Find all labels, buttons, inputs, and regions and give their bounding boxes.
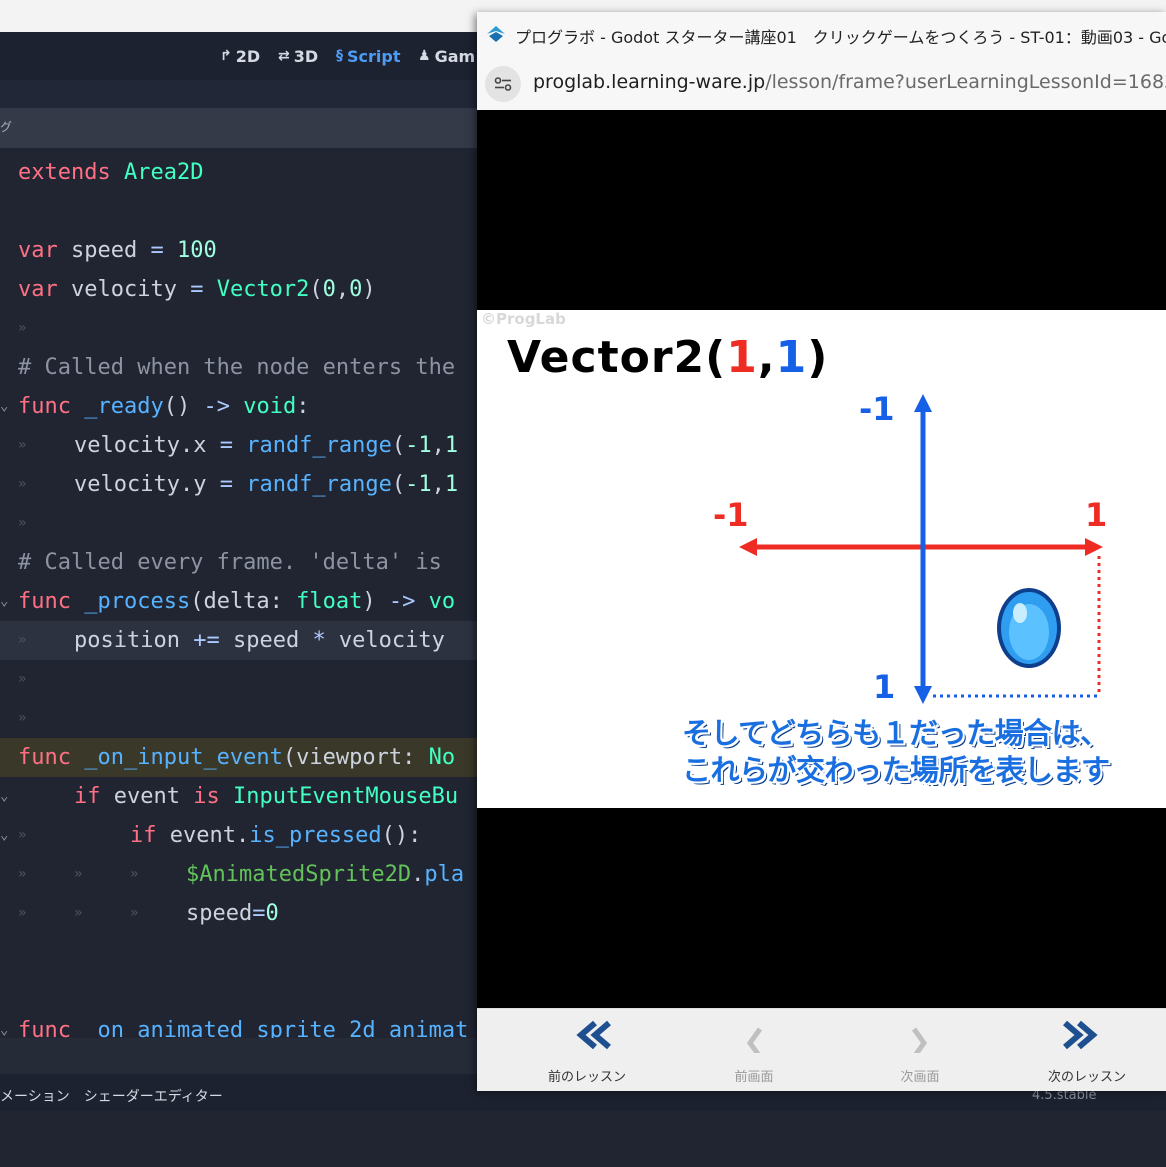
y-axis-bottom-arrow — [914, 686, 932, 704]
workspace-script-label: Script — [347, 46, 401, 66]
previous-screen-label: 前画面 — [734, 1070, 774, 1085]
subtitle-line-1: そしてどちらも１だった場合は、 — [682, 716, 1109, 750]
browser-title: プログラボ - Godot スターター講座01 クリックゲームをつくろう - S… — [515, 28, 1166, 47]
workspace-3d-label: 3D — [293, 46, 319, 66]
game-icon: ♟ — [418, 48, 431, 64]
lesson-video[interactable]: ©ProgLab Vector2(1,1) -1 -1 1 1 そしてどちらも１… — [477, 110, 1166, 1008]
url-host: proglab.learning-ware.jp — [533, 71, 766, 93]
proglab-logo-icon — [487, 26, 505, 42]
url-path: /lesson/frame?userLearningLessonId=16836 — [765, 71, 1166, 93]
bottom-panel-tab-labels[interactable]: メーション シェーダーエディター — [0, 1086, 223, 1106]
next-lesson-button[interactable]: 次のレッスン — [1017, 1009, 1157, 1091]
fold-arrow-icon[interactable]: ⌄ — [0, 582, 8, 621]
y-axis-bottom-label: 1 — [873, 668, 896, 706]
workspace-game-button[interactable]: ♟ Gam — [418, 45, 475, 67]
x-axis-left-label: -1 — [713, 496, 749, 534]
video-frame-slide: ©ProgLab Vector2(1,1) -1 -1 1 1 そしてどちらも１… — [477, 310, 1166, 808]
subtitle-line-2: これらが交わった場所を表します — [682, 753, 1110, 787]
chevron-left-icon — [746, 1027, 763, 1053]
previous-screen-button[interactable]: 前画面 — [684, 1009, 824, 1091]
y-axis-top-label: -1 — [859, 390, 895, 428]
x-axis-right-arrow — [1085, 538, 1103, 556]
workspace-3d-button[interactable]: ⇄ 3D — [278, 45, 318, 67]
next-lesson-label: 次のレッスン — [1047, 1070, 1126, 1085]
script-tab-label[interactable]: グ — [0, 118, 12, 135]
fold-arrow-icon[interactable]: ⌄ — [0, 816, 8, 855]
x-axis-left-arrow — [739, 538, 757, 556]
next-screen-button[interactable]: 次画面 — [850, 1009, 990, 1091]
workspace-game-label: Gam — [434, 46, 476, 66]
lesson-navigation-bar: 前のレッスン 前画面 次画面 次のレッスン — [477, 1008, 1166, 1091]
workspace-script-button[interactable]: § Script — [336, 45, 400, 67]
video-subtitle: そしてどちらも１だった場合は、 これらが交わった場所を表します — [682, 715, 1162, 789]
workspace-2d-button[interactable]: ↱ 2D — [220, 45, 260, 67]
3d-icon: ⇄ — [278, 48, 290, 64]
previous-lesson-label: 前のレッスン — [547, 1070, 626, 1085]
double-chevron-left-icon — [576, 1020, 611, 1050]
browser-window: プログラボ - Godot スターター講座01 クリックゲームをつくろう - S… — [477, 12, 1166, 1091]
previous-lesson-button[interactable]: 前のレッスン — [517, 1009, 657, 1091]
double-chevron-right-icon — [1063, 1020, 1098, 1050]
next-screen-label: 次画面 — [900, 1070, 940, 1085]
fold-arrow-icon[interactable]: ⌄ — [0, 387, 8, 426]
x-axis-right-label: 1 — [1085, 496, 1108, 534]
site-settings-icon[interactable] — [485, 66, 521, 102]
y-axis-top-arrow — [914, 394, 932, 412]
egg-sprite-icon — [997, 588, 1061, 668]
2d-icon: ↱ — [220, 48, 232, 64]
url-field[interactable]: proglab.learning-ware.jp/lesson/frame?us… — [533, 71, 1166, 93]
script-icon: § — [336, 48, 343, 64]
workspace-2d-label: 2D — [235, 46, 261, 66]
fold-arrow-icon[interactable]: ⌄ — [0, 777, 8, 816]
chevron-right-icon — [911, 1027, 928, 1053]
